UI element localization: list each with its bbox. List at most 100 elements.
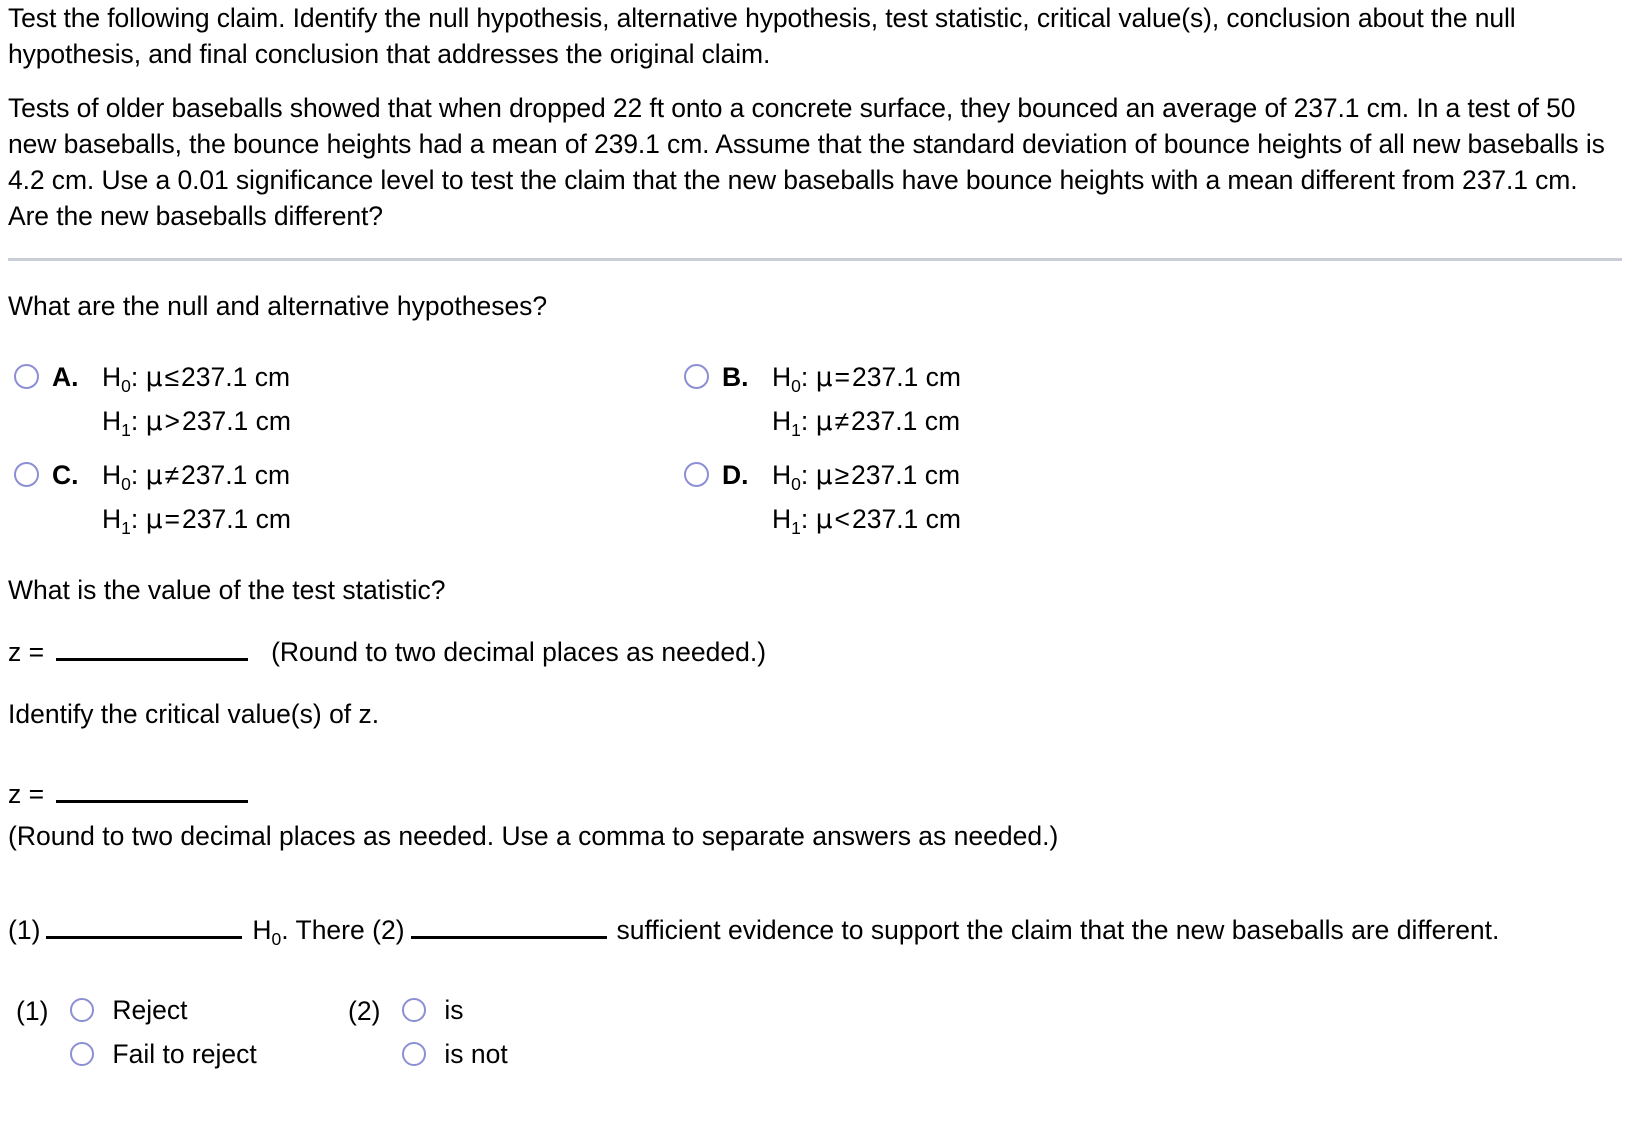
h-subscript: 0 [121,474,131,494]
radio-button-is[interactable] [402,998,427,1022]
bottom-group-2-tag: (2) [348,996,381,1026]
h-separator: : [800,362,809,392]
h-subscript: 1 [791,518,801,538]
relational-operator: < [834,504,850,534]
choice-letter-c: C. [52,460,79,490]
conclusion-h-subscript: 0 [271,929,282,949]
relational-operator: ≠ [834,406,850,436]
bottom-option-is[interactable]: is [402,993,507,1027]
h-separator: : [130,362,139,392]
test-statistic-round-note: (Round to two decimal places as needed.) [271,637,767,667]
radio-button-is-not[interactable] [402,1042,427,1066]
hypothesis-value: 237.1 cm [181,406,291,436]
radio-button-c[interactable] [14,462,39,487]
test-statistic-input[interactable] [56,637,249,661]
test-statistic-prompt: What is the value of the test statistic? [8,575,446,605]
mu-symbol: μ [815,504,833,535]
hypotheses-prompt: What are the null and alternative hypoth… [8,291,548,321]
alt-hypothesis-d: H1: μ<237.1 cm [772,499,961,543]
radio-button-fail-to-reject[interactable] [70,1042,95,1066]
bottom-group-1: (1) Reject Fail to reject [16,993,257,1071]
relational-operator: ≤ [164,362,180,392]
mu-symbol: μ [145,406,163,437]
problem-statement: Test the following claim. Identify the n… [8,0,1622,234]
h-subscript: 1 [791,420,801,440]
h-separator: : [130,504,139,534]
relational-operator: = [834,362,850,392]
conclusion-tag-2: (2) [372,915,405,945]
relational-operator: ≠ [164,460,180,490]
bottom-group-1-tag: (1) [16,996,49,1026]
conclusion-blank-1[interactable] [46,915,243,939]
hypothesis-value: 237.1 cm [181,460,291,490]
bottom-option-is-not[interactable]: is not [402,1037,508,1071]
conclusion-sentence: (1) H0. There (2) sufficient evidence to s… [8,909,1568,955]
h-label: H [772,406,792,436]
choice-letter-a: A. [52,362,79,392]
problem-scenario: Tests of older baseballs showed that whe… [8,93,1605,231]
null-hypothesis-b: H0: μ=237.1 cm [772,357,961,401]
h-separator: : [800,406,809,436]
alt-hypothesis-a: H1: μ>237.1 cm [102,401,291,445]
bottom-group-2-options: is is not [402,993,508,1071]
alt-hypothesis-b: H1: μ≠237.1 cm [772,401,961,445]
h-subscript: 0 [121,376,131,396]
choice-option-a[interactable]: A. H0: μ≤237.1 cm H1: μ>237.1 cm [14,357,291,445]
bottom-option-reject[interactable]: Reject [70,993,256,1027]
h-subscript: 1 [121,518,131,538]
mu-symbol: μ [815,460,833,491]
h-label: H [102,460,122,490]
critical-value-round-note: (Round to two decimal places as needed. … [8,821,1059,851]
conclusion-tag-1: (1) [8,915,41,945]
bottom-option-fail-to-reject-label: Fail to reject [112,1039,257,1069]
h-subscript: 0 [791,474,801,494]
problem-instruction: Test the following claim. Identify the n… [8,3,1516,69]
choice-letter-b: B. [722,362,749,392]
h-label: H [772,362,792,392]
null-hypothesis-a: H0: μ≤237.1 cm [102,357,291,401]
bottom-option-fail-to-reject[interactable]: Fail to reject [70,1037,257,1071]
mu-symbol: μ [815,362,833,393]
exercise-page: Test the following claim. Identify the n… [0,0,1630,1124]
bottom-option-is-not-label: is not [444,1039,508,1069]
bottom-option-is-label: is [444,995,464,1025]
radio-button-a[interactable] [14,364,39,389]
hypothesis-value: 237.1 cm [851,406,961,436]
h-separator: : [130,460,139,490]
critical-value-input[interactable] [56,779,249,803]
hypotheses-choice-group: A. H0: μ≤237.1 cm H1: μ>237.1 cm B. H0: … [8,357,1622,553]
test-statistic-z-label: z = [8,637,45,667]
hypothesis-value: 237.1 cm [851,504,961,534]
choice-option-b[interactable]: B. H0: μ=237.1 cm H1: μ≠237.1 cm [684,357,961,445]
critical-value-answer-row: z = [8,777,1622,811]
hypothesis-value: 237.1 cm [851,362,961,392]
choice-body-d: H0: μ≥237.1 cm H1: μ<237.1 cm [772,455,961,543]
conclusion-mid-text: . There [281,915,365,945]
h-label: H [102,504,122,534]
null-hypothesis-d: H0: μ≥237.1 cm [772,455,961,499]
h-separator: : [130,406,139,436]
choice-option-d[interactable]: D. H0: μ≥237.1 cm H1: μ<237.1 cm [684,455,961,543]
h-label: H [772,460,792,490]
radio-button-b[interactable] [684,364,709,389]
critical-value-z-label: z = [8,779,45,809]
relational-operator: > [164,406,180,436]
conclusion-tail-text: sufficient evidence to support the claim… [616,915,1500,945]
h-separator: : [800,460,809,490]
h-separator: : [800,504,809,534]
relational-operator: ≥ [834,460,850,490]
relational-operator: = [164,504,180,534]
choice-option-c[interactable]: C. H0: μ≠237.1 cm H1: μ=237.1 cm [14,455,291,543]
radio-button-reject[interactable] [70,998,95,1022]
bottom-group-1-options: Reject Fail to reject [70,993,257,1071]
critical-value-prompt: Identify the critical value(s) of z. [8,699,380,729]
conclusion-blank-2[interactable] [410,915,607,939]
h-subscript: 0 [791,376,801,396]
conclusion-h-label: H [252,915,272,945]
bottom-group-2: (2) is is not [348,993,508,1071]
h-label: H [102,406,122,436]
bottom-radio-groups: (1) Reject Fail to reject (2) is is not [8,993,1622,1103]
h-subscript: 1 [121,420,131,440]
radio-button-d[interactable] [684,462,709,487]
hypothesis-value: 237.1 cm [851,460,961,490]
